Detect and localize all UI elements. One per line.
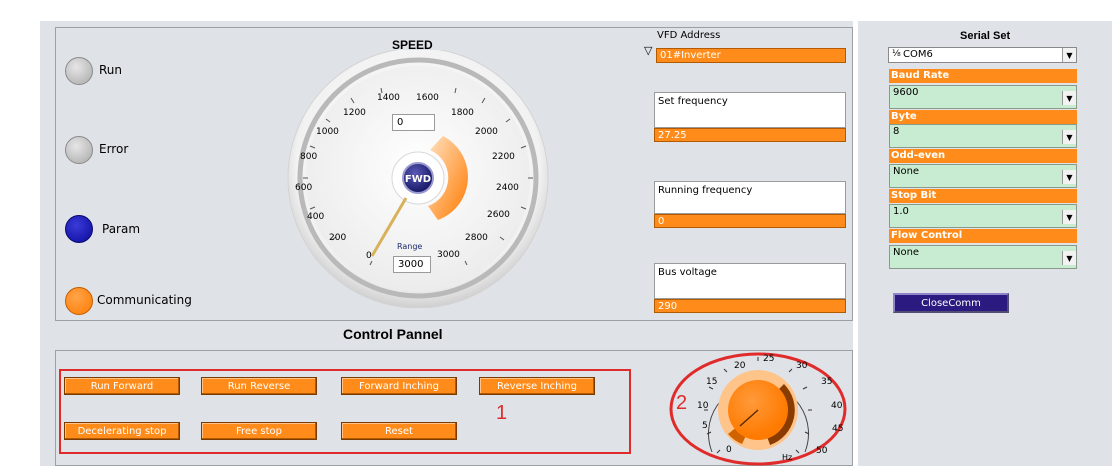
byte-select[interactable]: 8 ▼	[889, 124, 1077, 148]
annotation-box-1	[59, 369, 631, 454]
vfd-address-indicator-icon[interactable]: ▽	[644, 44, 652, 57]
speed-tick-1800: 1800	[451, 108, 474, 118]
annotation-number-1: 1	[496, 402, 508, 424]
param-led	[65, 215, 93, 243]
bus-voltage-label-box: Bus voltage	[654, 263, 846, 299]
vfd-address-label: VFD Address	[657, 30, 721, 41]
speed-tick-2000: 2000	[475, 127, 498, 137]
byte-dropdown-icon[interactable]: ▼	[1062, 130, 1076, 144]
bus-voltage-value: 290	[654, 299, 846, 313]
byte-value: 8	[893, 126, 900, 137]
com-port-value: COM6	[903, 49, 933, 60]
error-label: Error	[99, 142, 129, 156]
speed-tick-2200: 2200	[492, 152, 515, 162]
knob-tick-35: 35	[821, 377, 833, 387]
flow-control-dropdown-icon[interactable]: ▼	[1062, 251, 1076, 265]
speed-digital-display: 0	[392, 114, 435, 131]
knob-tick-40: 40	[831, 401, 843, 411]
baud-rate-dropdown-icon[interactable]: ▼	[1062, 91, 1076, 105]
control-panel-title: Control Pannel	[343, 326, 443, 342]
baud-rate-label: Baud Rate	[889, 69, 1077, 83]
stop-bit-label: Stop Bit	[889, 189, 1077, 203]
knob-tick-45: 45	[832, 424, 844, 434]
knob-tick-50: 50	[816, 446, 828, 456]
running-frequency-label-box: Running frequency	[654, 181, 846, 214]
knob-tick-30: 30	[796, 361, 808, 371]
knob-tick-10: 10	[697, 401, 709, 411]
speed-tick-2400: 2400	[496, 183, 519, 193]
knob-tick-0: 0	[726, 445, 732, 455]
communicating-led	[65, 287, 93, 315]
speed-tick-2800: 2800	[465, 233, 488, 243]
set-frequency-label-box: Set frequency	[654, 92, 846, 128]
close-comm-button[interactable]: CloseComm	[893, 293, 1009, 313]
annotation-number-2: 2	[676, 392, 688, 414]
stop-bit-select[interactable]: 1.0 ▼	[889, 204, 1077, 228]
odd-even-select[interactable]: None ▼	[889, 164, 1077, 188]
error-led	[65, 136, 93, 164]
knob-tick-25: 25	[763, 354, 775, 364]
run-label: Run	[99, 63, 123, 77]
com-port-select[interactable]: ⅛ COM6 ▼	[888, 47, 1077, 63]
speed-tick-0: 0	[366, 251, 372, 261]
odd-even-label: Odd-even	[889, 149, 1077, 163]
running-frequency-value: 0	[654, 214, 846, 228]
fwd-label: FWD	[405, 174, 431, 185]
communicating-label: Communicating	[97, 293, 192, 307]
flow-control-value: None	[893, 247, 920, 258]
speed-tick-200: 200	[329, 233, 347, 243]
set-frequency-value: 27.25	[654, 128, 846, 142]
byte-label: Byte	[889, 110, 1077, 124]
serial-set-title: Serial Set	[960, 30, 1011, 42]
speed-tick-600: 600	[295, 183, 313, 193]
port-icon: ⅛	[892, 49, 901, 59]
speed-tick-2600: 2600	[487, 210, 510, 220]
odd-even-value: None	[893, 166, 920, 177]
speed-tick-1400: 1400	[377, 93, 400, 103]
knob-tick-5: 5	[702, 421, 708, 431]
run-led	[65, 57, 93, 85]
com-port-dropdown-icon[interactable]: ▼	[1062, 48, 1076, 62]
speed-tick-800: 800	[300, 152, 318, 162]
baud-rate-select[interactable]: 9600 ▼	[889, 85, 1077, 109]
stop-bit-dropdown-icon[interactable]: ▼	[1062, 210, 1076, 224]
speed-tick-400: 400	[307, 212, 325, 222]
speed-tick-1200: 1200	[343, 108, 366, 118]
speed-tick-1000: 1000	[316, 127, 339, 137]
param-label: Param	[102, 222, 141, 236]
flow-control-label: Flow Control	[889, 229, 1077, 243]
range-label: Range	[397, 242, 423, 251]
knob-tick-20: 20	[734, 361, 746, 371]
flow-control-select[interactable]: None ▼	[889, 245, 1077, 269]
knob-tick-15: 15	[706, 377, 718, 387]
baud-rate-value: 9600	[893, 87, 919, 98]
knob-unit: Hz	[782, 453, 793, 462]
range-input[interactable]: 3000	[393, 256, 431, 273]
stop-bit-value: 1.0	[893, 206, 909, 217]
speed-tick-3000: 3000	[437, 250, 460, 260]
odd-even-dropdown-icon[interactable]: ▼	[1062, 170, 1076, 184]
speed-tick-1600: 1600	[416, 93, 439, 103]
vfd-address-field[interactable]: 01#Inverter	[656, 48, 846, 63]
